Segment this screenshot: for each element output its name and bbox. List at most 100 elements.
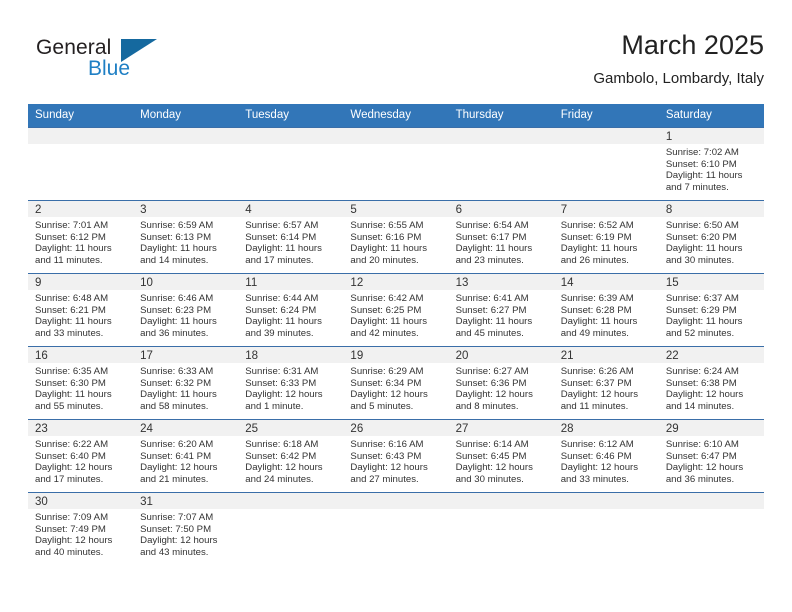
calendar-day-cell[interactable]: 8 Sunrise: 6:50 AM Sunset: 6:20 PM Daylight…: [658, 200, 764, 274]
daylight-text-line2: and 20 minutes.: [350, 254, 419, 266]
calendar-day-cell[interactable]: 26 Sunrise: 6:16 AM Sunset: 6:43 PM Dayligh…: [343, 419, 449, 493]
day-2: 2 Sunrise: 7:01 AM Sunset: 6:12 PM Daylight…: [28, 201, 134, 273]
sunset-text: Sunset: 6:24 PM: [245, 304, 317, 316]
calendar-day-cell[interactable]: 31 Sunrise: 7:07 AM Sunset: 7:50 PM Dayligh…: [133, 492, 239, 565]
calendar-day-cell[interactable]: 2 Sunrise: 7:01 AM Sunset: 6:12 PM Daylight…: [28, 200, 134, 274]
day-number: 9: [28, 274, 134, 290]
daylight-text-line1: Daylight: 11 hours: [140, 389, 217, 401]
sunrise-text: Sunrise: 6:59 AM: [140, 220, 214, 231]
sunset-text: Sunset: 6:25 PM: [350, 304, 422, 316]
daylight-text-line1: Daylight: 12 hours: [140, 535, 218, 547]
daylight-text-line2: and 30 minutes.: [455, 473, 524, 485]
day-number: 6: [448, 201, 554, 217]
calendar-day-cell: [28, 127, 134, 201]
calendar-day-cell: [553, 127, 659, 201]
calendar-day-cell[interactable]: 29 Sunrise: 6:10 AM Sunset: 6:47 PM Dayligh…: [658, 419, 764, 493]
calendar-day-cell[interactable]: 19 Sunrise: 6:29 AM Sunset: 6:34 PM Dayligh…: [343, 346, 449, 420]
day-number: [238, 493, 344, 509]
day-number: 25: [238, 420, 344, 436]
calendar-week-row: 1 Sunrise: 7:02 AM Sunset: 6:10 PM Daylight…: [28, 127, 764, 201]
day-number: 26: [343, 420, 449, 436]
calendar-week-row: 9 Sunrise: 6:48 AM Sunset: 6:21 PM Daylight…: [28, 273, 764, 347]
day-number: [448, 128, 554, 144]
daylight-text-line2: and 11 minutes.: [560, 400, 629, 412]
calendar-day-cell[interactable]: 30 Sunrise: 7:09 AM Sunset: 7:49 PM Dayligh…: [28, 492, 134, 565]
calendar-day-cell[interactable]: 12 Sunrise: 6:42 AM Sunset: 6:25 PM Dayligh…: [343, 273, 449, 347]
day-details: Sunrise: 6:10 AM Sunset: 6:47 PM Daylight:…: [659, 436, 764, 485]
calendar-day-cell[interactable]: 23 Sunrise: 6:22 AM Sunset: 6:40 PM Dayligh…: [28, 419, 134, 493]
calendar-day-cell[interactable]: 24 Sunrise: 6:20 AM Sunset: 6:41 PM Dayligh…: [133, 419, 239, 493]
calendar-day-cell[interactable]: 4 Sunrise: 6:57 AM Sunset: 6:14 PM Daylight…: [238, 200, 344, 274]
day-details: Sunrise: 7:07 AM Sunset: 7:50 PM Daylight:…: [133, 509, 238, 558]
day-17: 17 Sunrise: 6:33 AM Sunset: 6:32 PM Dayligh…: [133, 347, 239, 419]
calendar-day-cell[interactable]: 25 Sunrise: 6:18 AM Sunset: 6:42 PM Dayligh…: [238, 419, 344, 493]
sunset-text: Sunset: 6:38 PM: [665, 377, 737, 389]
sunrise-text: Sunrise: 6:31 AM: [245, 366, 319, 377]
calendar-day-cell[interactable]: 14 Sunrise: 6:39 AM Sunset: 6:28 PM Dayligh…: [553, 273, 659, 347]
calendar-day-cell: [343, 127, 449, 201]
day-number: 17: [133, 347, 239, 363]
calendar-day-cell[interactable]: 10 Sunrise: 6:46 AM Sunset: 6:23 PM Dayligh…: [133, 273, 239, 347]
day-number: [133, 128, 239, 144]
day-number: 10: [133, 274, 239, 290]
general-blue-logo[interactable]: General Blue: [36, 36, 166, 86]
day-29: 29 Sunrise: 6:10 AM Sunset: 6:47 PM Dayligh…: [658, 420, 764, 492]
day-number: 11: [238, 274, 344, 290]
calendar-day-cell[interactable]: 17 Sunrise: 6:33 AM Sunset: 6:32 PM Dayligh…: [133, 346, 239, 420]
day-details: Sunrise: 6:57 AM Sunset: 6:14 PM Daylight:…: [238, 217, 343, 266]
calendar-day-cell[interactable]: 21 Sunrise: 6:26 AM Sunset: 6:37 PM Dayligh…: [553, 346, 659, 420]
daylight-text-line2: and 23 minutes.: [455, 254, 524, 266]
daylight-text-line2: and 55 minutes.: [35, 400, 104, 412]
day-28: 28 Sunrise: 6:12 AM Sunset: 6:46 PM Dayligh…: [553, 420, 659, 492]
calendar-day-cell[interactable]: 15 Sunrise: 6:37 AM Sunset: 6:29 PM Dayligh…: [658, 273, 764, 347]
weekday-header-thursday: Thursday: [448, 104, 554, 128]
calendar-day-cell: [553, 492, 659, 565]
empty-day: [553, 493, 659, 565]
calendar-day-cell[interactable]: 11 Sunrise: 6:44 AM Sunset: 6:24 PM Dayligh…: [238, 273, 344, 347]
calendar-day-cell[interactable]: 27 Sunrise: 6:14 AM Sunset: 6:45 PM Dayligh…: [448, 419, 554, 493]
daylight-text-line1: Daylight: 12 hours: [35, 462, 113, 474]
daylight-text-line1: Daylight: 11 hours: [35, 316, 112, 328]
calendar-day-cell[interactable]: 7 Sunrise: 6:52 AM Sunset: 6:19 PM Daylight…: [553, 200, 659, 274]
weekday-header-saturday: Saturday: [658, 104, 764, 128]
sunset-text: Sunset: 6:10 PM: [665, 158, 737, 170]
sunset-text: Sunset: 6:45 PM: [455, 450, 527, 462]
calendar-day-cell[interactable]: 18 Sunrise: 6:31 AM Sunset: 6:33 PM Dayligh…: [238, 346, 344, 420]
day-details: Sunrise: 7:09 AM Sunset: 7:49 PM Daylight:…: [28, 509, 133, 558]
weekday-header-wednesday: Wednesday: [343, 104, 449, 128]
calendar-day-cell: [238, 127, 344, 201]
daylight-text-line2: and 43 minutes.: [140, 546, 209, 558]
daylight-text-line1: Daylight: 11 hours: [665, 316, 743, 328]
sunset-text: Sunset: 6:27 PM: [455, 304, 527, 316]
day-24: 24 Sunrise: 6:20 AM Sunset: 6:41 PM Dayligh…: [133, 420, 239, 492]
sunrise-text: Sunrise: 7:07 AM: [140, 512, 214, 523]
calendar-day-cell[interactable]: 1 Sunrise: 7:02 AM Sunset: 6:10 PM Daylight…: [658, 127, 764, 201]
daylight-text-line1: Daylight: 11 hours: [350, 316, 428, 328]
calendar-day-cell[interactable]: 5 Sunrise: 6:55 AM Sunset: 6:16 PM Daylight…: [343, 200, 449, 274]
daylight-text-line1: Daylight: 11 hours: [140, 243, 217, 255]
calendar-day-cell[interactable]: 20 Sunrise: 6:27 AM Sunset: 6:36 PM Dayligh…: [448, 346, 554, 420]
calendar-day-cell[interactable]: 13 Sunrise: 6:41 AM Sunset: 6:27 PM Dayligh…: [448, 273, 554, 347]
calendar-day-cell[interactable]: 22 Sunrise: 6:24 AM Sunset: 6:38 PM Dayligh…: [658, 346, 764, 420]
calendar-day-cell[interactable]: 28 Sunrise: 6:12 AM Sunset: 6:46 PM Dayligh…: [553, 419, 659, 493]
daylight-text-line1: Daylight: 12 hours: [245, 389, 323, 401]
calendar-day-cell[interactable]: 6 Sunrise: 6:54 AM Sunset: 6:17 PM Daylight…: [448, 200, 554, 274]
page-title: March 2025: [621, 30, 764, 60]
calendar-day-cell[interactable]: 16 Sunrise: 6:35 AM Sunset: 6:30 PM Dayligh…: [28, 346, 134, 420]
daylight-text-line2: and 42 minutes.: [350, 327, 419, 339]
calendar-day-cell[interactable]: 3 Sunrise: 6:59 AM Sunset: 6:13 PM Daylight…: [133, 200, 239, 274]
day-details: Sunrise: 6:27 AM Sunset: 6:36 PM Daylight:…: [449, 363, 554, 412]
empty-day: [658, 493, 764, 565]
daylight-text-line2: and 36 minutes.: [140, 327, 209, 339]
logo-text-blue: Blue: [88, 57, 131, 80]
sunset-text: Sunset: 6:29 PM: [665, 304, 737, 316]
day-9: 9 Sunrise: 6:48 AM Sunset: 6:21 PM Daylight…: [28, 274, 134, 346]
day-details: Sunrise: 6:12 AM Sunset: 6:46 PM Daylight:…: [554, 436, 659, 485]
calendar-week-row: 16 Sunrise: 6:35 AM Sunset: 6:30 PM Dayligh…: [28, 346, 764, 420]
daylight-text-line2: and 45 minutes.: [455, 327, 524, 339]
day-details: Sunrise: 6:59 AM Sunset: 6:13 PM Daylight:…: [133, 217, 238, 266]
day-number: 15: [658, 274, 764, 290]
sunset-text: Sunset: 6:14 PM: [245, 231, 317, 243]
day-details: Sunrise: 6:37 AM Sunset: 6:29 PM Daylight:…: [659, 290, 764, 339]
calendar-day-cell[interactable]: 9 Sunrise: 6:48 AM Sunset: 6:21 PM Daylight…: [28, 273, 134, 347]
